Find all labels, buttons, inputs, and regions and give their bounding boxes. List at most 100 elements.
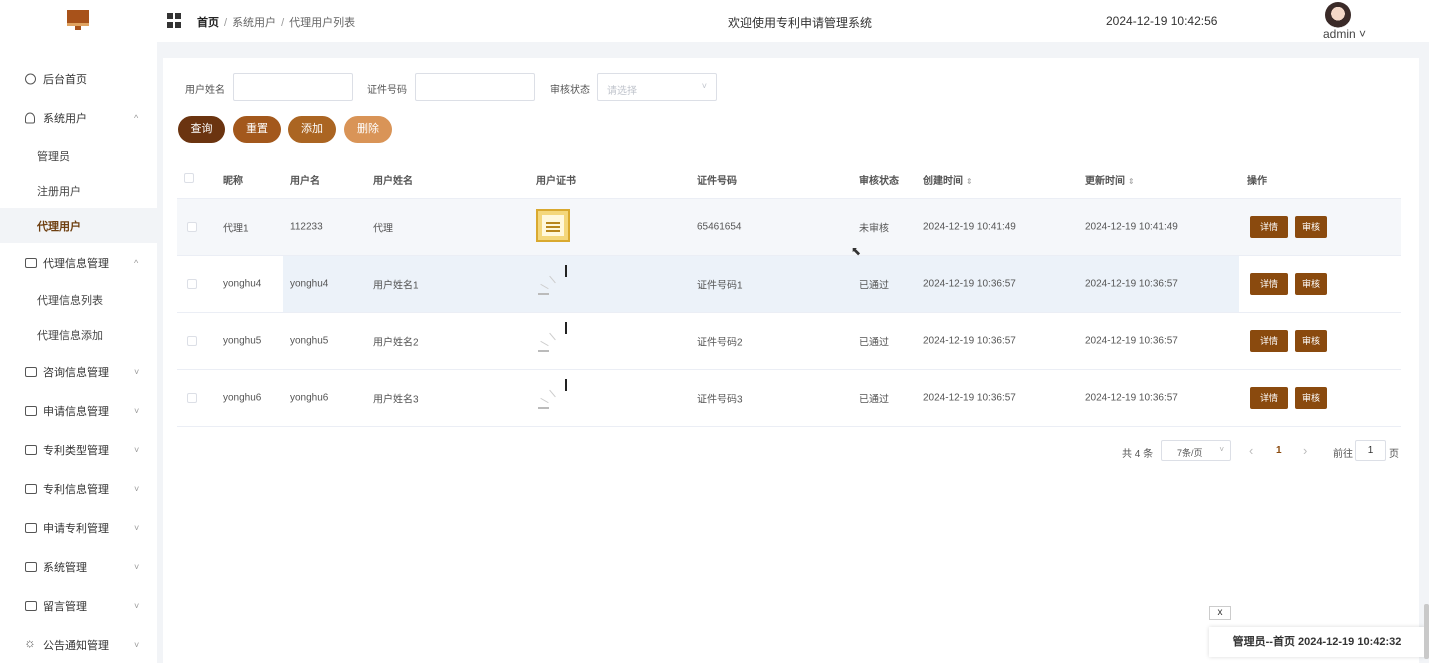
page-number-current[interactable]: 1 <box>1276 445 1282 456</box>
sidebar-subitem-registered-users[interactable]: 注册用户 <box>0 173 157 208</box>
sidebar-item-system-users[interactable]: 系统用户 ^ <box>0 100 157 136</box>
detail-button[interactable]: 详情 <box>1250 273 1288 295</box>
sidebar-item-patent-info[interactable]: 专利信息管理 ˅ <box>0 471 157 507</box>
detail-button[interactable]: 详情 <box>1250 216 1288 238</box>
sidebar-subitem-agent-info-add[interactable]: 代理信息添加 <box>0 317 157 352</box>
sidebar-item-agent-info[interactable]: 代理信息管理 ^ <box>0 245 157 281</box>
row-checkbox[interactable] <box>187 222 197 232</box>
goto-page-input[interactable] <box>1355 440 1386 461</box>
sidebar-item-consult[interactable]: 咨询信息管理 ˅ <box>0 354 157 390</box>
loading-spinner-icon <box>536 322 570 354</box>
chevron-down-icon: ˅ <box>134 562 140 572</box>
cell-nickname: yonghu5 <box>223 335 262 347</box>
id-number-input[interactable] <box>415 73 535 101</box>
sidebar-subitem-agent-users[interactable]: 代理用户 <box>0 208 157 243</box>
status-select[interactable]: 请选择 ˅ <box>597 73 717 101</box>
sidebar-item-announcements[interactable]: 公告通知管理 ˅ <box>0 627 157 663</box>
sidebar-subitem-label: 管理员 <box>37 150 70 163</box>
cell-realname: 用户姓名3 <box>373 394 419 406</box>
breadcrumb-home[interactable]: 首页 <box>197 17 219 29</box>
sidebar-item-dashboard[interactable]: 后台首页 <box>0 61 157 97</box>
table-row[interactable]: yonghu5 yonghu5 用户姓名2 证件号码2 已通过 2024-12-… <box>177 313 1401 370</box>
sidebar-item-label: 代理信息管理 <box>43 258 109 270</box>
table-row[interactable]: yonghu6 yonghu6 用户姓名3 证件号码3 已通过 2024-12-… <box>177 370 1401 427</box>
page-size-select[interactable]: 7条/页 ˅ <box>1161 440 1231 461</box>
sidebar-subitem-admins[interactable]: 管理员 <box>0 138 157 173</box>
folder-icon <box>25 484 37 494</box>
breadcrumb-system-users[interactable]: 系统用户 <box>232 17 276 29</box>
sidebar-item-messages[interactable]: 留言管理 ˅ <box>0 588 157 624</box>
cell-status: 已通过 <box>859 337 889 349</box>
col-created-time[interactable]: 创建时间 ⇕ <box>923 172 973 187</box>
next-page-icon[interactable]: › <box>1303 443 1307 458</box>
sidebar-subitem-label: 注册用户 <box>37 185 81 198</box>
sidebar-subitem-label: 代理用户 <box>37 220 81 233</box>
status-label: 审核状态 <box>550 85 590 96</box>
audit-button[interactable]: 审核 <box>1295 216 1327 238</box>
sidebar-item-system-manage[interactable]: 系统管理 ˅ <box>0 549 157 585</box>
certificate-thumbnail[interactable] <box>536 209 570 242</box>
sort-icon[interactable]: ⇕ <box>966 177 973 186</box>
sidebar-item-label: 专利类型管理 <box>43 445 109 457</box>
chevron-up-icon: ^ <box>134 258 139 268</box>
scrollbar[interactable] <box>1424 604 1429 659</box>
folder-icon <box>25 523 37 533</box>
recent-visit-tag[interactable]: 管理员--首页 2024-12-19 10:42:32 <box>1209 627 1425 657</box>
sidebar-item-patent-type[interactable]: 专利类型管理 ˅ <box>0 432 157 468</box>
row-checkbox[interactable] <box>187 336 197 346</box>
folder-icon <box>25 562 37 572</box>
avatar[interactable] <box>1325 2 1351 28</box>
col-created-time-label: 创建时间 <box>923 176 963 187</box>
cell-status: 已通过 <box>859 394 889 406</box>
reset-button[interactable]: 重置 <box>233 116 281 143</box>
sidebar-subitem-agent-info-list[interactable]: 代理信息列表 <box>0 282 157 317</box>
name-input[interactable] <box>233 73 353 101</box>
detail-button[interactable]: 详情 <box>1250 387 1288 409</box>
cell-realname: 用户姓名1 <box>373 280 419 292</box>
prev-page-icon[interactable]: ‹ <box>1249 443 1253 458</box>
add-button[interactable]: 添加 <box>288 116 336 143</box>
audit-button[interactable]: 审核 <box>1295 330 1327 352</box>
folder-icon <box>25 258 37 268</box>
close-tag-button[interactable]: x <box>1209 606 1231 620</box>
query-button[interactable]: 查询 <box>178 116 225 143</box>
cell-username: yonghu4 <box>290 278 329 290</box>
col-certificate: 用户证书 <box>536 176 576 187</box>
sidebar-item-application-info[interactable]: 申请信息管理 ˅ <box>0 393 157 429</box>
user-menu[interactable]: admin ˅ <box>1323 27 1366 41</box>
sidebar-item-label: 系统管理 <box>43 562 87 574</box>
cell-nickname: yonghu6 <box>223 392 262 404</box>
detail-button[interactable]: 详情 <box>1250 330 1288 352</box>
select-all-checkbox[interactable] <box>184 173 194 183</box>
goto-label: 前往 <box>1333 449 1353 460</box>
sun-icon <box>24 635 37 651</box>
chevron-down-icon: ˅ <box>134 445 140 455</box>
audit-button[interactable]: 审核 <box>1295 273 1327 295</box>
chevron-down-icon: ˅ <box>134 601 140 611</box>
cell-status: 已通过 <box>859 280 889 292</box>
sort-icon[interactable]: ⇕ <box>1128 177 1135 186</box>
col-nickname: 昵称 <box>223 176 243 187</box>
row-checkbox[interactable] <box>187 393 197 403</box>
sidebar-item-patent-apply[interactable]: 申请专利管理 ˅ <box>0 510 157 546</box>
id-number-label: 证件号码 <box>367 85 407 96</box>
sidebar-item-label: 系统用户 <box>43 113 87 125</box>
row-checkbox[interactable] <box>187 279 197 289</box>
cell-updated-time: 2024-12-19 10:36:57 <box>1085 278 1178 290</box>
clock-text: 2024-12-19 10:42:56 <box>1106 14 1218 28</box>
chevron-down-icon: ˅ <box>134 367 140 377</box>
col-updated-time[interactable]: 更新时间 ⇕ <box>1085 172 1135 187</box>
audit-button[interactable]: 审核 <box>1295 387 1327 409</box>
table-row[interactable]: 代理1 112233 代理 65461654 未审核 2024-12-19 10… <box>177 199 1401 256</box>
col-actions: 操作 <box>1247 176 1267 187</box>
folder-icon <box>25 367 37 377</box>
cell-updated-time: 2024-12-19 10:36:57 <box>1085 335 1178 347</box>
col-updated-time-label: 更新时间 <box>1085 176 1125 187</box>
chevron-up-icon: ^ <box>134 113 139 123</box>
chevron-down-icon: ˅ <box>701 81 707 91</box>
delete-button[interactable]: 删除 <box>344 116 392 143</box>
status-select-placeholder: 请选择 <box>607 86 637 97</box>
cell-created-time: 2024-12-19 10:36:57 <box>923 335 1016 347</box>
table-row[interactable]: yonghu4 yonghu4 用户姓名1 证件号码1 已通过 2024-12-… <box>177 256 1401 313</box>
menu-grid-icon[interactable] <box>167 13 182 28</box>
